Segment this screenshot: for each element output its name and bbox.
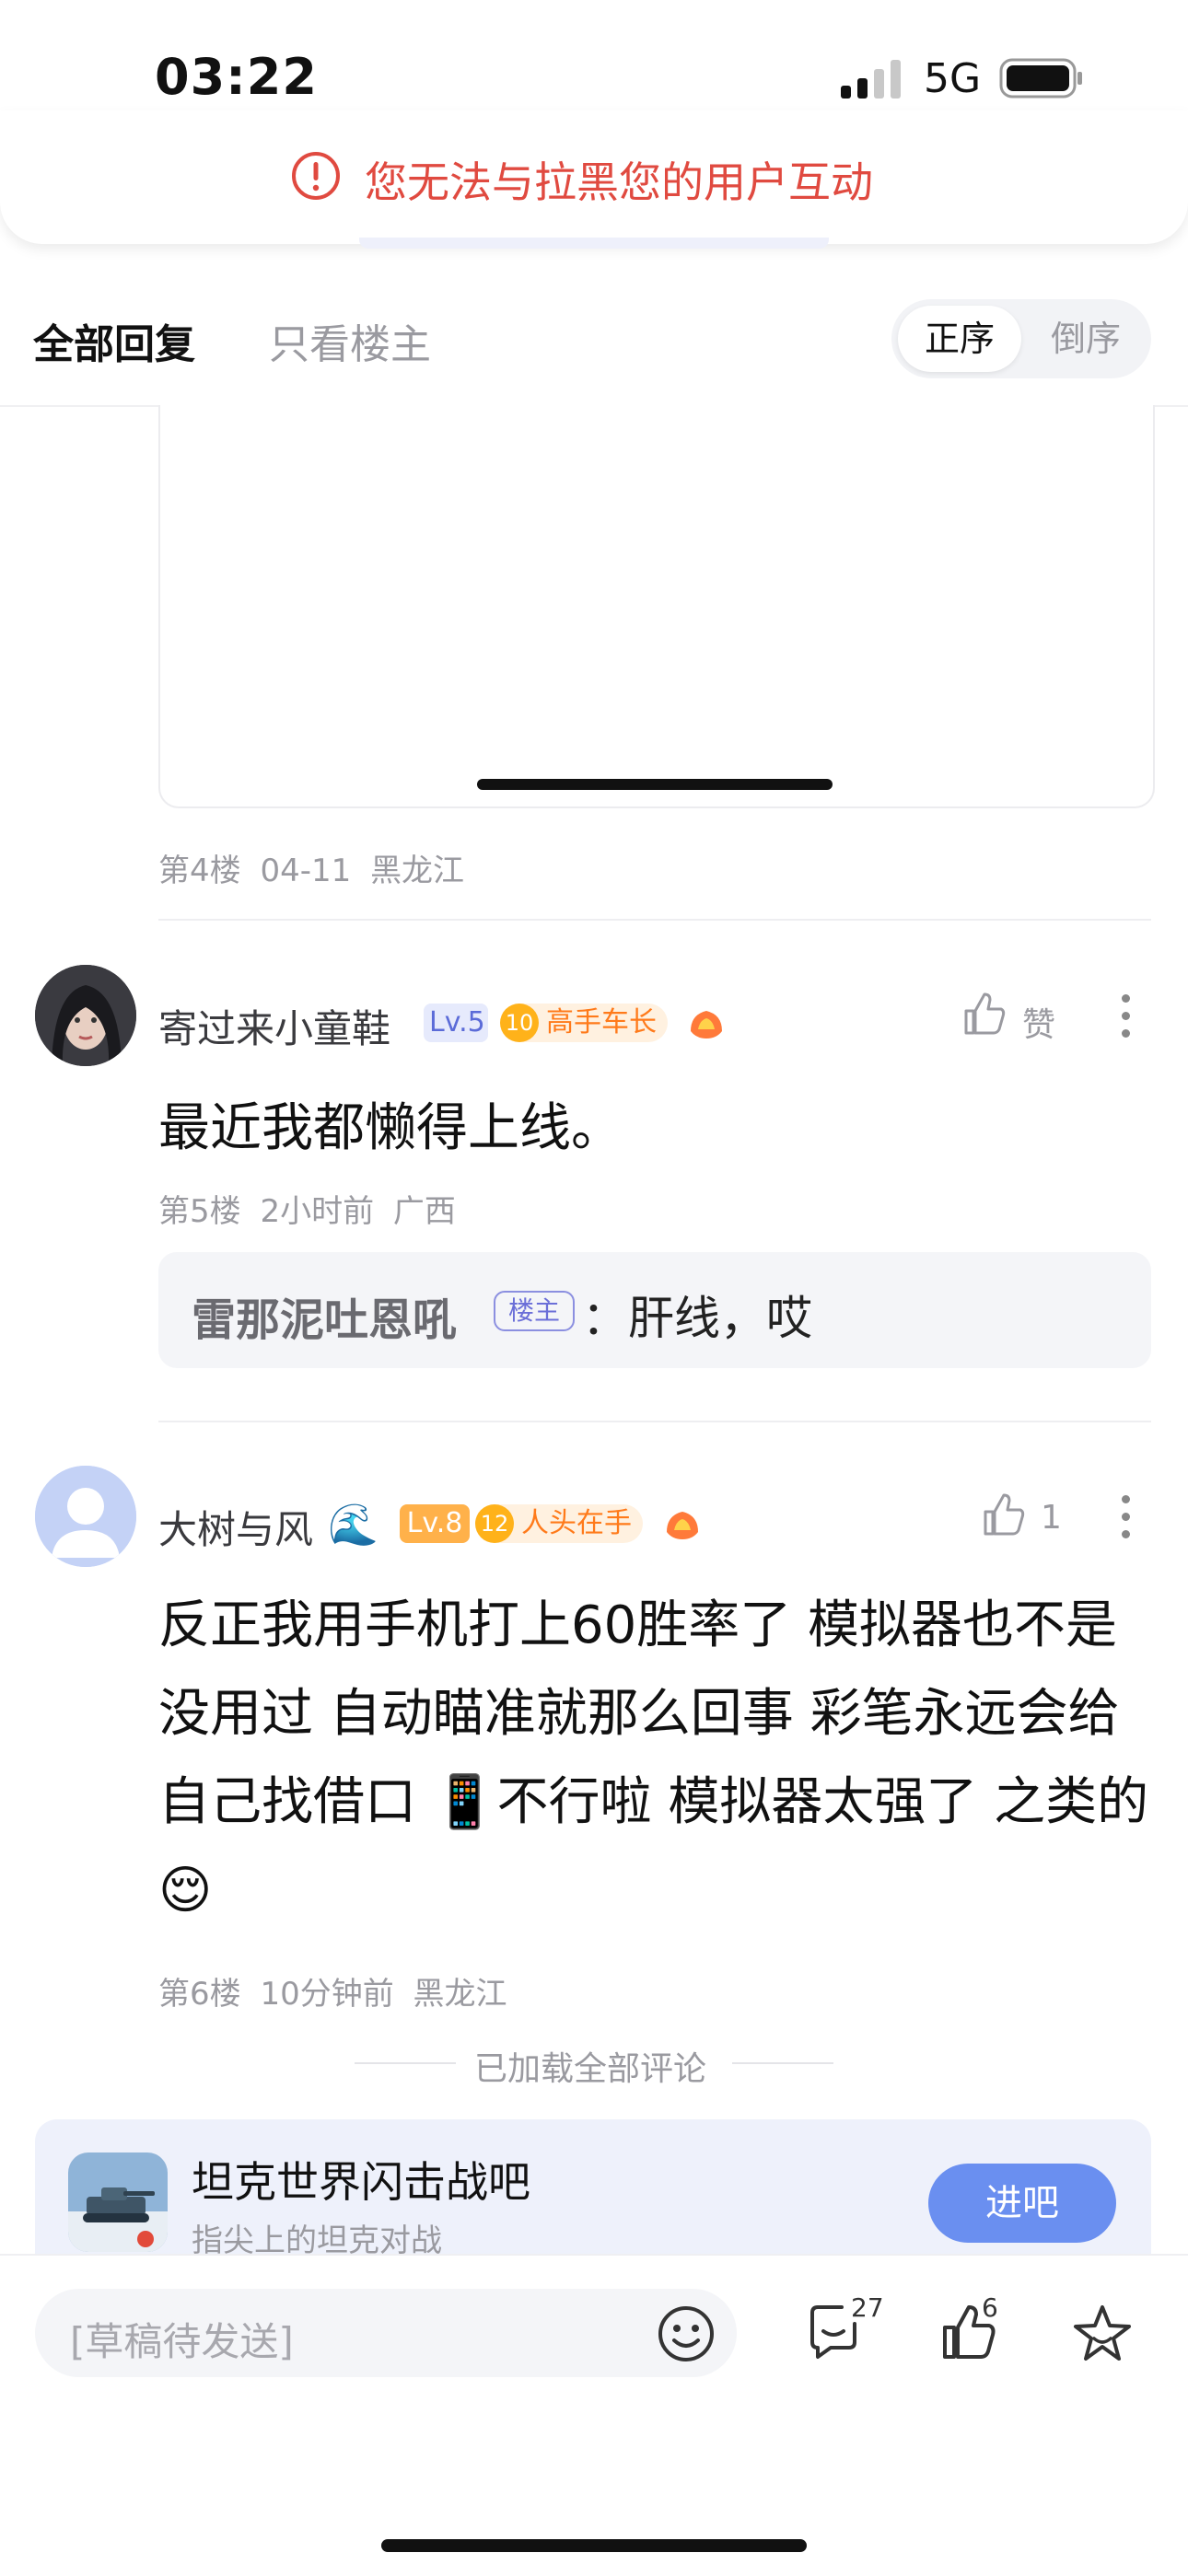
thumb-up-icon[interactable]	[962, 991, 1007, 1037]
game-badge-icon	[691, 1011, 722, 1039]
rank-badge-label: 人头在手	[521, 1507, 632, 1539]
rank-badge-number: 10	[500, 1004, 539, 1042]
more-options-icon[interactable]	[1122, 1495, 1133, 1547]
alert-circle-icon	[292, 152, 340, 200]
status-time: 03:22	[155, 48, 318, 106]
post-time: 2小时前	[260, 1193, 375, 1230]
sub-reply-username[interactable]: 雷那泥吐恩吼	[192, 1283, 457, 1348]
emoji-icon[interactable]	[656, 2303, 716, 2364]
game-badge-icon	[667, 1512, 698, 1539]
sort-ascending-button[interactable]: 正序	[898, 306, 1021, 372]
more-options-icon[interactable]	[1122, 994, 1133, 1046]
rank-badge: 10 高手车长	[500, 1004, 668, 1042]
toast-shadow	[359, 238, 829, 249]
comment-body: 反正我用手机打上60胜率了 模拟器也不是没用过 自动瞄准就那么回事 彩笔永远会给…	[158, 1595, 1149, 1920]
like-label[interactable]: 赞	[1022, 998, 1055, 1046]
wave-emoji: 🌊	[328, 1502, 379, 1549]
thumb-up-icon[interactable]	[982, 1491, 1026, 1537]
post-meta: 第6楼 10分钟前 黑龙江	[158, 1968, 507, 2013]
post-location: 黑龙江	[413, 1976, 507, 2013]
post-time: 10分钟前	[260, 1976, 394, 2013]
tab-op-only[interactable]: 只看楼主	[269, 311, 431, 370]
post-location: 广西	[392, 1193, 456, 1230]
sub-reply-text: ：肝线，哎	[582, 1292, 812, 1345]
media-progress-bar	[477, 779, 833, 790]
avatar[interactable]	[35, 965, 136, 1066]
all-loaded-label: 已加载全部评论	[474, 2050, 707, 2088]
reply-input-placeholder[interactable]: [草稿待发送]	[70, 2311, 294, 2367]
post-location: 黑龙江	[370, 853, 465, 889]
comment-body: 最近我都懒得上线。	[158, 1098, 623, 1158]
battery-icon	[999, 58, 1082, 99]
forum-name[interactable]: 坦克世界闪击战吧	[192, 2149, 530, 2210]
post-meta: 第4楼 04-11 黑龙江	[158, 845, 464, 890]
divider	[732, 2062, 833, 2064]
rank-badge-label: 高手车长	[546, 1006, 657, 1039]
username[interactable]: 寄过来小童鞋	[158, 998, 390, 1054]
op-tag: 楼主	[494, 1291, 575, 1331]
like-count[interactable]: 1	[1041, 1499, 1062, 1537]
rank-badge-number: 12	[475, 1504, 514, 1543]
sort-descending-button[interactable]: 倒序	[1024, 306, 1147, 372]
comment-count: 27	[851, 2292, 884, 2323]
avatar[interactable]	[35, 1466, 136, 1567]
star-icon[interactable]	[1070, 2302, 1135, 2366]
divider	[158, 919, 1151, 921]
level-badge: Lv.5	[424, 1004, 488, 1042]
rank-badge: 12 人头在手	[475, 1504, 643, 1543]
floor-number: 第5楼	[158, 1193, 241, 1230]
enter-forum-button[interactable]: 进吧	[928, 2164, 1116, 2243]
signal-icon	[841, 60, 901, 99]
network-type: 5G	[924, 55, 982, 102]
username[interactable]: 大树与风	[158, 1499, 313, 1555]
like-count: 6	[982, 2292, 998, 2323]
floor-number: 第6楼	[158, 1976, 241, 2013]
floor-number: 第4楼	[158, 853, 241, 889]
home-indicator	[381, 2539, 807, 2552]
forum-logo[interactable]	[68, 2152, 168, 2252]
divider	[355, 2062, 456, 2064]
toast-message: 您无法与拉黑您的用户互动	[365, 157, 873, 207]
post-meta: 第5楼 2小时前 广西	[158, 1186, 456, 1231]
level-badge: Lv.8	[400, 1504, 470, 1543]
post-time: 04-11	[260, 853, 352, 889]
tab-all-replies[interactable]: 全部回复	[33, 311, 195, 370]
media-preview[interactable]	[158, 405, 1155, 808]
divider	[158, 1421, 1151, 1422]
